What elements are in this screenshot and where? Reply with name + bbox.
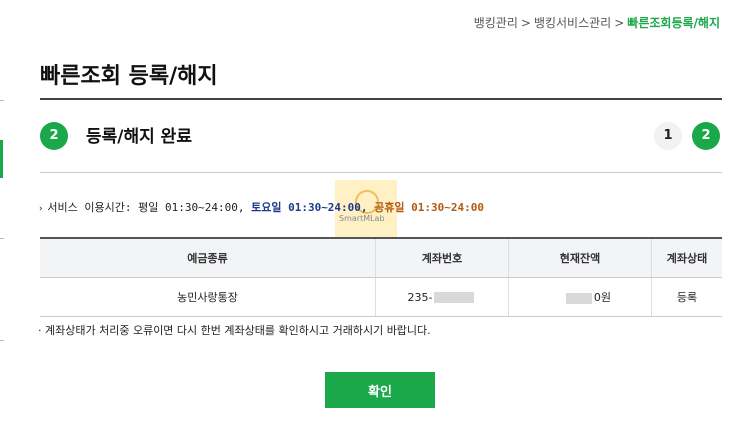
service-time-holiday: 공휴일 01:30~24:00 — [374, 201, 485, 214]
left-rail — [0, 0, 6, 422]
bullet-icon: › — [38, 204, 44, 214]
breadcrumb-current: 빠른조회등록/해지 — [627, 16, 720, 30]
cell-deposit-type: 농민사랑통장 — [40, 277, 376, 317]
breadcrumb-separator: > — [614, 16, 625, 30]
column-header-status: 계좌상태 — [651, 237, 722, 278]
table-row: 농민사랑통장 235- 0원 등록 — [40, 277, 722, 317]
redacted-block — [565, 292, 592, 304]
column-header-balance: 현재잔액 — [508, 237, 652, 278]
breadcrumb-item-banking-service[interactable]: 뱅킹서비스관리 — [534, 16, 611, 30]
watermark-text: SmartMLab — [339, 214, 385, 223]
current-step-badge: 2 — [40, 122, 68, 150]
title-divider — [40, 98, 722, 100]
redacted-block — [434, 292, 475, 303]
step-title: 등록/해지 완료 — [86, 127, 192, 147]
step-indicator-2: 2 — [692, 122, 720, 150]
column-header-account-number: 계좌번호 — [375, 237, 509, 278]
service-time-weekday: 서비스 이용시간: 평일 01:30~24:00, — [47, 201, 245, 214]
step-divider — [40, 172, 722, 173]
left-rail-tick — [0, 238, 4, 239]
account-number-prefix: 235- — [407, 290, 433, 304]
balance-suffix: 0원 — [593, 291, 611, 304]
service-time-saturday: 토요일 01:30~24:00, — [251, 201, 368, 214]
breadcrumb-item-banking-management[interactable]: 뱅킹관리 — [474, 16, 518, 30]
breadcrumb: 뱅킹관리 > 뱅킹서비스관리 > 빠른조회등록/해지 — [474, 14, 720, 31]
note-bullet: · — [38, 324, 45, 337]
page-title: 빠른조회 등록/해지 — [40, 64, 218, 89]
left-rail-tick — [0, 340, 4, 341]
column-header-deposit-type: 예금종류 — [40, 237, 376, 278]
breadcrumb-separator: > — [520, 16, 531, 30]
step-indicator-1: 1 — [654, 122, 682, 150]
left-rail-tick — [0, 100, 4, 101]
confirm-button[interactable]: 확인 — [325, 372, 435, 408]
cell-balance: 0원 — [508, 277, 652, 317]
step-header: 2 등록/해지 완료 1 2 — [40, 118, 722, 154]
account-table: 예금종류 계좌번호 현재잔액 계좌상태 농민사랑통장 235- 0원 등록 — [40, 237, 722, 317]
cell-status: 등록 — [651, 277, 722, 317]
service-time-notice: › 서비스 이용시간: 평일 01:30~24:00, 토요일 01:30~24:… — [38, 199, 484, 215]
note-text: 계좌상태가 처리중 오류이면 다시 한번 계좌상태를 확인하시고 거래하시기 바… — [45, 324, 431, 337]
status-note: · 계좌상태가 처리중 오류이면 다시 한번 계좌상태를 확인하시고 거래하시기… — [38, 322, 431, 338]
left-rail-active-marker — [0, 140, 3, 178]
cell-account-number: 235- — [375, 277, 509, 317]
table-header-row: 예금종류 계좌번호 현재잔액 계좌상태 — [40, 237, 722, 278]
